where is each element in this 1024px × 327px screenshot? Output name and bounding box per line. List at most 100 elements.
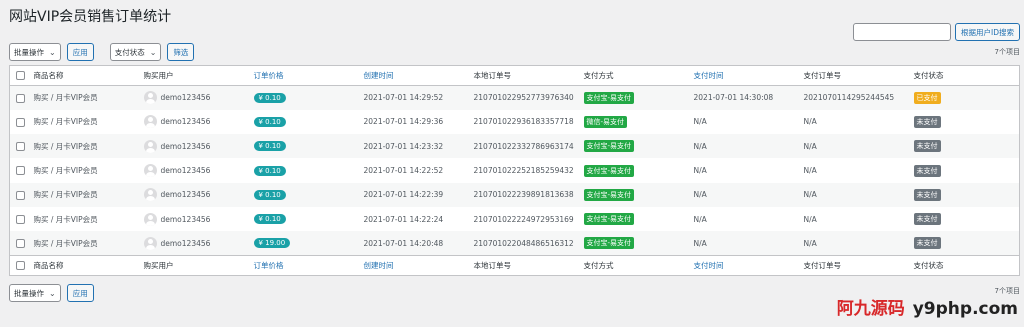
created-time: 2021-07-01 14:20:48 bbox=[363, 238, 444, 248]
created-time: 2021-07-01 14:22:24 bbox=[363, 214, 444, 224]
col-paid-time-sort[interactable]: 支付时间 bbox=[693, 65, 804, 86]
local-order-number: 210701022252185259432 bbox=[473, 166, 574, 176]
pay-order-number: N/A bbox=[803, 214, 817, 224]
col-pay-order: 支付订单号 bbox=[803, 65, 914, 86]
buyer-name: demo123456 bbox=[160, 238, 211, 248]
select-all-checkbox[interactable] bbox=[16, 71, 25, 81]
created-time: 2021-07-01 14:29:36 bbox=[363, 117, 444, 127]
pay-order-number: N/A bbox=[803, 190, 817, 200]
status-badge: 未支付 bbox=[913, 237, 941, 250]
payment-method-badge: 支付宝-易支付 bbox=[583, 164, 635, 177]
paid-time: N/A bbox=[693, 117, 707, 127]
product-name: 购买 / 月卡VIP会员 bbox=[33, 214, 98, 224]
payment-method-badge: 支付宝-易支付 bbox=[583, 188, 635, 201]
order-price: ¥ 0.10 bbox=[253, 141, 286, 152]
local-order-number: 210701022936183357718 bbox=[473, 117, 574, 127]
avatar bbox=[143, 212, 157, 226]
status-badge: 未支付 bbox=[913, 213, 941, 226]
avatar bbox=[143, 91, 157, 105]
status-badge: 未支付 bbox=[913, 115, 941, 128]
table-row: 购买 / 月卡VIP会员 demo123456 ¥ 0.10 2021-07-01 1… bbox=[10, 110, 1020, 134]
select-all-checkbox[interactable] bbox=[16, 261, 25, 271]
created-time: 2021-07-01 14:29:52 bbox=[363, 93, 444, 103]
buyer-name: demo123456 bbox=[160, 166, 211, 176]
page-title: 网站VIP会员销售订单统计 bbox=[9, 9, 172, 25]
row-checkbox[interactable] bbox=[16, 238, 25, 248]
col-method: 支付方式 bbox=[583, 255, 694, 276]
pay-status-label: 支付状态 bbox=[114, 47, 145, 57]
filter-button[interactable]: 筛选 bbox=[167, 43, 195, 61]
paid-time: N/A bbox=[693, 238, 707, 248]
buyer-name: demo123456 bbox=[160, 190, 211, 200]
buyer-name: demo123456 bbox=[160, 117, 211, 127]
product-name: 购买 / 月卡VIP会员 bbox=[33, 93, 98, 103]
payment-method-badge: 支付宝-易支付 bbox=[583, 91, 635, 104]
watermark-cn: 阿九源码 bbox=[836, 299, 905, 319]
table-footer-row: 商品名称 购买用户 订单价格 创建时间 本地订单号 支付方式 支付时间 支付订单… bbox=[9, 255, 1020, 276]
paid-time: N/A bbox=[693, 190, 707, 200]
table-row: 购买 / 月卡VIP会员 demo123456 ¥ 0.10 2021-07-01 1… bbox=[9, 85, 1020, 110]
table-header-row: 商品名称 购买用户 订单价格 创建时间 本地订单号 支付方式 支付时间 支付订单… bbox=[9, 65, 1020, 86]
status-badge: 已支付 bbox=[913, 91, 941, 104]
buyer-name: demo123456 bbox=[160, 214, 211, 224]
status-badge: 未支付 bbox=[913, 140, 941, 153]
search-box: 根据用户ID搜索 bbox=[853, 23, 1020, 41]
apply-button[interactable]: 应用 bbox=[66, 43, 94, 61]
col-created-sort[interactable]: 创建时间 bbox=[363, 65, 474, 86]
search-input[interactable] bbox=[853, 23, 951, 41]
buyer: demo123456 bbox=[143, 236, 254, 250]
bulk-action-select[interactable]: 批量操作 ⌄ bbox=[9, 284, 61, 302]
col-price-sort[interactable]: 订单价格 bbox=[253, 65, 364, 86]
col-paid-time-sort[interactable]: 支付时间 bbox=[693, 255, 804, 276]
created-time: 2021-07-01 14:22:52 bbox=[363, 166, 444, 176]
col-user: 购买用户 bbox=[143, 65, 254, 86]
avatar bbox=[143, 139, 157, 153]
local-order-number: 210701022952773976340 bbox=[473, 93, 574, 103]
col-price-sort[interactable]: 订单价格 bbox=[253, 255, 364, 276]
col-pay-order: 支付订单号 bbox=[803, 255, 914, 276]
pay-status-select[interactable]: 支付状态 ⌄ bbox=[109, 43, 162, 61]
row-checkbox[interactable] bbox=[16, 214, 25, 224]
product-name: 购买 / 月卡VIP会员 bbox=[33, 190, 98, 200]
status-badge: 未支付 bbox=[913, 188, 941, 201]
row-checkbox[interactable] bbox=[16, 166, 25, 176]
avatar bbox=[143, 115, 157, 129]
order-price: ¥ 0.10 bbox=[253, 214, 286, 225]
order-price: ¥ 0.10 bbox=[253, 165, 286, 176]
buyer-name: demo123456 bbox=[160, 141, 211, 151]
payment-method-badge: 支付宝-易支付 bbox=[583, 213, 635, 226]
order-price: ¥ 19.00 bbox=[253, 238, 291, 249]
paid-time: N/A bbox=[693, 166, 707, 176]
order-price: ¥ 0.10 bbox=[253, 92, 286, 103]
order-price: ¥ 0.10 bbox=[253, 189, 286, 200]
col-product: 商品名称 bbox=[33, 65, 144, 86]
row-checkbox[interactable] bbox=[16, 190, 25, 200]
local-order-number: 210701022224972953169 bbox=[473, 214, 574, 224]
buyer: demo123456 bbox=[143, 212, 254, 226]
buyer: demo123456 bbox=[143, 91, 254, 105]
created-time: 2021-07-01 14:23:32 bbox=[363, 141, 444, 151]
pay-order-number: N/A bbox=[803, 238, 817, 248]
bottom-toolbar: 批量操作 ⌄ 应用 bbox=[9, 284, 94, 302]
row-checkbox[interactable] bbox=[16, 117, 25, 127]
product-name: 购买 / 月卡VIP会员 bbox=[33, 238, 98, 248]
pay-order-number: N/A bbox=[803, 141, 817, 151]
chevron-down-icon: ⌄ bbox=[149, 47, 157, 57]
row-checkbox[interactable] bbox=[16, 93, 25, 103]
col-created-sort[interactable]: 创建时间 bbox=[363, 255, 474, 276]
bulk-action-select[interactable]: 批量操作 ⌄ bbox=[9, 43, 61, 61]
col-local-order: 本地订单号 bbox=[473, 65, 584, 86]
table-row: 购买 / 月卡VIP会员 demo123456 ¥ 19.00 2021-07-01 … bbox=[9, 231, 1020, 256]
row-checkbox[interactable] bbox=[16, 141, 25, 151]
buyer: demo123456 bbox=[143, 164, 254, 178]
product-name: 购买 / 月卡VIP会员 bbox=[33, 141, 98, 151]
payment-method-badge: 支付宝-易支付 bbox=[583, 140, 635, 153]
local-order-number: 210701022239891813638 bbox=[473, 190, 574, 200]
chevron-down-icon: ⌄ bbox=[49, 288, 56, 298]
local-order-number: 210701022332786963174 bbox=[473, 141, 574, 151]
search-button[interactable]: 根据用户ID搜索 bbox=[955, 23, 1020, 41]
paid-time: N/A bbox=[693, 214, 707, 224]
apply-button[interactable]: 应用 bbox=[66, 284, 94, 302]
paid-time: 2021-07-01 14:30:08 bbox=[693, 93, 774, 103]
top-toolbar: 批量操作 ⌄ 应用 支付状态 ⌄ 筛选 bbox=[9, 43, 195, 61]
